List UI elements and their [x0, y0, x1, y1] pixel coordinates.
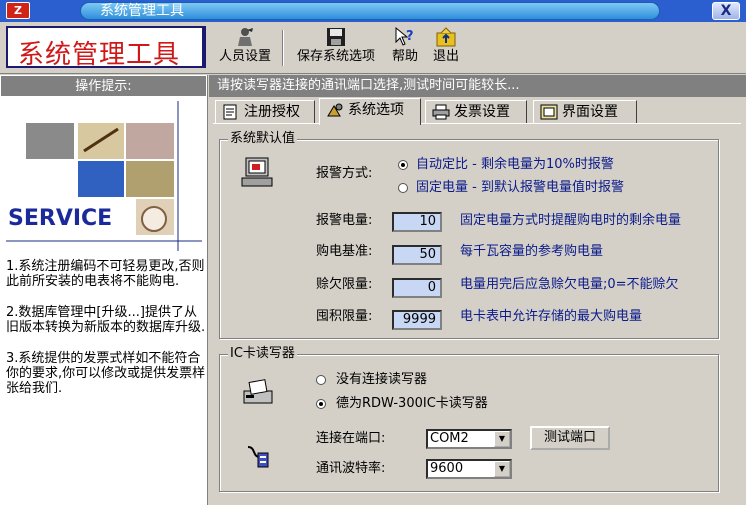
- alarm-amount-label: 报警电量:: [316, 213, 373, 228]
- purchase-base-input[interactable]: 50: [392, 245, 442, 265]
- credit-limit-desc: 电量用完后应急赊欠电量;0=不能赊欠: [460, 277, 679, 292]
- service-banner-image: SERVICE: [6, 101, 202, 251]
- tab-system-options[interactable]: 系统选项: [319, 98, 421, 125]
- toolbar-separator: [282, 30, 284, 66]
- logo-text: 系统管理工具: [18, 40, 181, 70]
- port-select-value: COM2: [430, 431, 469, 446]
- help-label: 帮助: [391, 49, 418, 64]
- defaults-group-title: 系统默认值: [228, 131, 298, 147]
- app-icon: Z: [6, 2, 30, 19]
- hint-item: 2.数据库管理中[升级...]提供了从旧版本转换为新版本的数据库升级.: [6, 305, 206, 335]
- options-icon: [327, 103, 343, 117]
- alarm-auto-ratio-label[interactable]: 自动定比 - 剩余电量为10%时报警: [416, 157, 614, 173]
- help-button[interactable]: ? 帮助: [386, 26, 424, 70]
- tab-content: 系统默认值 报警方式: 自动定比 - 剩余电量为10%时报警 固定电量 - 到默…: [213, 123, 741, 503]
- tab-register-label: 注册授权: [244, 104, 300, 120]
- purchase-base-label: 购电基准:: [316, 244, 373, 259]
- alarm-auto-ratio-radio[interactable]: [398, 160, 408, 170]
- storage-limit-input[interactable]: 9999: [392, 310, 442, 330]
- baud-label: 通讯波特率:: [316, 461, 386, 476]
- close-button[interactable]: X: [712, 2, 740, 20]
- hint-header: 操作提示:: [0, 75, 207, 97]
- hint-item: 1.系统注册编码不可轻易更改,否则此前所安装的电表将不能购电.: [6, 259, 205, 289]
- rdw300-reader-radio[interactable]: [316, 399, 326, 409]
- chevron-down-icon[interactable]: ▼: [494, 431, 510, 447]
- people-icon: [238, 28, 253, 46]
- left-hint-panel: 操作提示: SERVICE 1.系统注册编码不可轻易更改,否则此前所安装的电表将…: [0, 75, 208, 505]
- port-select[interactable]: COM2 ▼: [426, 429, 512, 449]
- people-settings-label: 人员设置: [218, 49, 271, 64]
- save-icon: [327, 28, 345, 46]
- chevron-down-icon[interactable]: ▼: [494, 461, 510, 477]
- register-icon: [223, 104, 237, 120]
- alarm-fixed-radio[interactable]: [398, 183, 408, 193]
- exit-icon: [436, 27, 456, 47]
- alarm-fixed-label[interactable]: 固定电量 - 到默认报警电量值时报警: [416, 180, 624, 196]
- card-reader-icon: [243, 379, 273, 404]
- window-title: 系统管理工具: [100, 3, 184, 19]
- tab-invoice-settings-label: 发票设置: [454, 104, 510, 120]
- storage-limit-desc: 电卡表中允许存储的最大购电量: [460, 309, 643, 324]
- save-options-button[interactable]: 保存系统选项: [290, 26, 382, 70]
- storage-limit-label: 囤积限量:: [316, 309, 373, 324]
- alarm-mode-label: 报警方式:: [316, 166, 373, 181]
- title-bar: Z 系统管理工具 X: [0, 0, 746, 22]
- interface-icon: [540, 104, 558, 120]
- credit-limit-input[interactable]: 0: [392, 278, 442, 298]
- status-message: 请按读写器连接的通讯端口选择,测试时间可能较长...: [209, 75, 746, 97]
- alarm-amount-desc: 固定电量方式时提醒购电时的剩余电量: [460, 213, 682, 228]
- ic-reader-group-title: IC卡读写器: [228, 346, 297, 362]
- computer-icon: [241, 157, 273, 187]
- no-reader-label[interactable]: 没有连接读写器: [336, 372, 427, 388]
- banner-text: SERVICE: [8, 206, 112, 231]
- ic-reader-group: IC卡读写器 没有连接读写器 德为RDW-300IC卡读写器 连接在端口: CO…: [219, 346, 719, 492]
- people-settings-button[interactable]: 人员设置: [212, 26, 278, 70]
- tab-interface-settings-label: 界面设置: [562, 104, 618, 120]
- alarm-amount-input[interactable]: 10: [392, 212, 442, 232]
- exit-button[interactable]: 退出: [428, 26, 464, 70]
- no-reader-radio[interactable]: [316, 375, 326, 385]
- logo-box: 系统管理工具: [6, 26, 206, 70]
- main-panel: 请按读写器连接的通讯端口选择,测试时间可能较长... 注册授权 系统选项 发票设…: [209, 75, 746, 505]
- test-port-button[interactable]: 测试端口: [530, 426, 610, 450]
- port-label: 连接在端口:: [316, 431, 386, 446]
- exit-label: 退出: [432, 49, 459, 64]
- tab-system-options-label: 系统选项: [348, 102, 404, 118]
- tab-interface-settings[interactable]: 界面设置: [533, 100, 637, 124]
- tab-invoice-settings[interactable]: 发票设置: [425, 100, 527, 124]
- credit-limit-label: 赊欠限量:: [316, 277, 373, 292]
- toolbar: 系统管理工具 人员设置 保存系统选项 ? 帮助 退出: [0, 22, 746, 74]
- hint-list: 1.系统注册编码不可轻易更改,否则此前所安装的电表将不能购电. 2.数据库管理中…: [6, 259, 206, 412]
- purchase-base-desc: 每千瓦容量的参考购电量: [460, 244, 604, 259]
- tab-register[interactable]: 注册授权: [215, 100, 315, 124]
- baud-select[interactable]: 9600 ▼: [426, 459, 512, 479]
- help-icon: ?: [395, 26, 414, 46]
- baud-select-value: 9600: [430, 461, 464, 476]
- serial-port-icon: [247, 446, 269, 468]
- save-options-label: 保存系统选项: [296, 49, 375, 64]
- printer-icon: [432, 104, 450, 120]
- hint-item: 3.系统提供的发票式样如不能符合你的要求,你可以修改或提供发票样张给我们.: [6, 351, 206, 396]
- svg-text:?: ?: [406, 29, 414, 44]
- defaults-group: 系统默认值 报警方式: 自动定比 - 剩余电量为10%时报警 固定电量 - 到默…: [219, 131, 719, 339]
- rdw300-reader-label[interactable]: 德为RDW-300IC卡读写器: [336, 396, 488, 412]
